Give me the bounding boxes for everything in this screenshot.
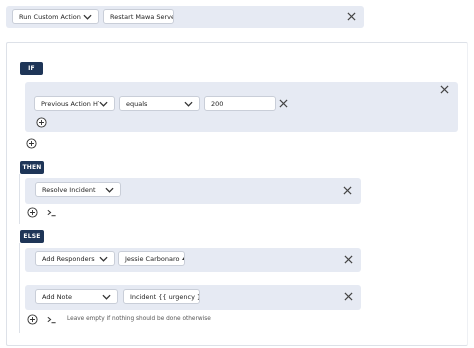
close-icon[interactable] [343,186,352,195]
chevron-down-icon [83,14,92,20]
plus-circle-icon[interactable] [36,117,47,128]
else-action-label-2: Add Note [42,292,73,301]
else-tag: ELSE [20,230,44,243]
condition-field-select[interactable]: Previous Action HTTP [34,96,115,111]
note-text-input[interactable]: Incident {{ urgency }} [123,289,200,304]
chevron-down-icon [184,101,193,107]
condition-operator-label: equals [126,99,148,108]
then-tag: THEN [20,161,44,174]
chevron-down-icon [99,101,108,107]
condition-operator-select[interactable]: equals [119,96,200,111]
if-tag: IF [20,62,43,75]
then-connector-line [19,174,20,224]
chevron-down-icon [105,187,114,193]
close-icon[interactable] [347,12,356,21]
else-hint-text: Leave empty if nothing should be done ot… [67,316,211,322]
plus-circle-icon[interactable] [26,138,37,149]
else-action-select-2[interactable]: Add Note [35,289,118,304]
responder-select-label: Jessie Carbonaro [125,254,180,263]
custom-action-select-label: Restart Mawa Server [110,12,174,21]
close-icon[interactable] [344,292,353,301]
else-connector-line [19,243,20,333]
responder-select[interactable]: Jessie Carbonaro [118,251,185,266]
action-type-select-label: Run Custom Action [19,12,81,21]
terminal-icon[interactable] [46,314,57,325]
then-action-label: Resolve Incident [42,185,96,194]
plus-circle-icon[interactable] [27,207,38,218]
custom-action-select-content: Restart Mawa Server [110,12,174,21]
note-text-value: Incident {{ urgency }} [130,292,200,301]
caret-up-icon [182,257,184,260]
close-icon[interactable] [344,255,353,264]
chevron-down-icon [102,294,111,300]
responder-select-content: Jessie Carbonaro [125,254,184,263]
condition-value-text: 200 [211,99,224,108]
condition-value-input[interactable]: 200 [204,96,276,111]
plus-circle-icon[interactable] [27,314,38,325]
then-action-select[interactable]: Resolve Incident [35,182,121,197]
custom-action-select[interactable]: Restart Mawa Server [103,9,174,24]
close-icon[interactable] [279,99,288,108]
action-type-select[interactable]: Run Custom Action [12,9,99,24]
else-action-label-1: Add Responders [42,254,95,263]
chevron-down-icon [99,256,108,262]
close-icon[interactable] [440,85,449,94]
else-action-select-1[interactable]: Add Responders [35,251,115,266]
condition-field-label: Previous Action HTTP [41,99,99,108]
terminal-icon[interactable] [46,207,57,218]
